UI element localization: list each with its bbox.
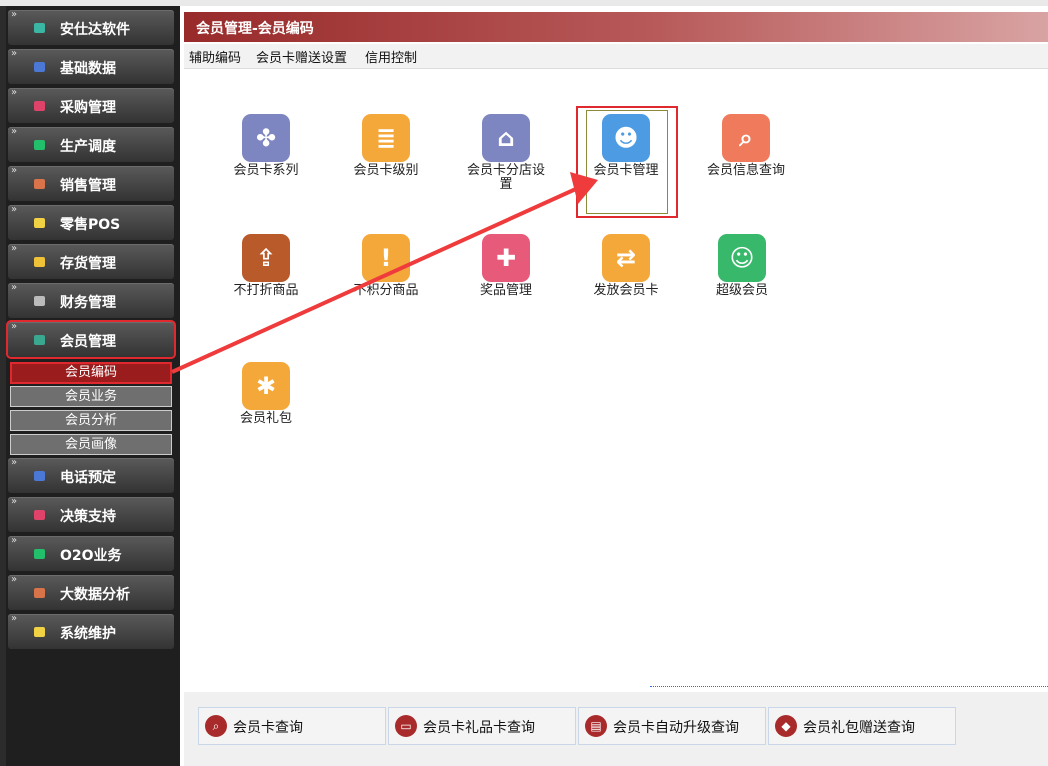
card-icon: ▭ (395, 715, 417, 737)
button-label: 会员礼包赠送查询 (803, 720, 915, 736)
button-label: 会员卡查询 (233, 720, 303, 736)
arrow-line (171, 186, 579, 374)
search-icon: ⌕ (205, 715, 227, 737)
doc-icon: ▤ (585, 715, 607, 737)
arrow-head (570, 172, 598, 204)
button-label: 会员卡礼品卡查询 (423, 720, 535, 736)
query-card-button[interactable]: ⌕ 会员卡查询 (198, 707, 386, 745)
query-gift-pack-button[interactable]: ◆ 会员礼包赠送查询 (768, 707, 956, 745)
divider (650, 686, 1048, 689)
query-auto-upgrade-button[interactable]: ▤ 会员卡自动升级查询 (578, 707, 766, 745)
button-label: 会员卡自动升级查询 (613, 720, 739, 736)
query-gift-card-button[interactable]: ▭ 会员卡礼品卡查询 (388, 707, 576, 745)
tag-icon: ◆ (775, 715, 797, 737)
annotation-arrow (171, 172, 598, 374)
